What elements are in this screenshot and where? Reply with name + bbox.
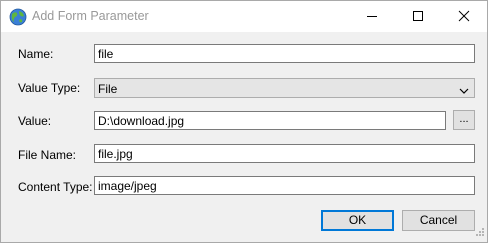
file-name-field[interactable]: file.jpg: [94, 144, 475, 163]
content-type-field[interactable]: image/jpeg: [94, 176, 475, 195]
close-button[interactable]: [441, 1, 487, 32]
value-type-selected: File: [98, 82, 118, 96]
close-icon: [458, 10, 470, 22]
name-label: Name:: [18, 47, 54, 61]
value-field[interactable]: D:\download.jpg: [94, 111, 446, 130]
content-type-label: Content Type:: [18, 180, 93, 194]
ok-button[interactable]: OK: [321, 210, 394, 231]
window-title: Add Form Parameter: [32, 9, 149, 23]
maximize-button[interactable]: [395, 1, 441, 32]
browse-button[interactable]: ...: [453, 110, 475, 130]
file-name-label: File Name:: [18, 148, 77, 162]
minimize-icon: [367, 16, 377, 17]
add-form-parameter-dialog: Add Form Parameter Name: file Value Type…: [0, 0, 488, 243]
maximize-icon: [413, 11, 423, 21]
value-label: Value:: [18, 114, 52, 128]
resize-grip-icon[interactable]: [475, 226, 485, 240]
name-field[interactable]: file: [94, 44, 475, 63]
cancel-button[interactable]: Cancel: [402, 210, 475, 231]
globe-icon: [9, 8, 27, 26]
minimize-button[interactable]: [349, 1, 395, 32]
value-type-label: Value Type:: [18, 81, 81, 95]
title-bar[interactable]: Add Form Parameter: [1, 1, 487, 32]
chevron-down-icon: [459, 84, 469, 98]
value-type-select[interactable]: File: [94, 78, 475, 98]
